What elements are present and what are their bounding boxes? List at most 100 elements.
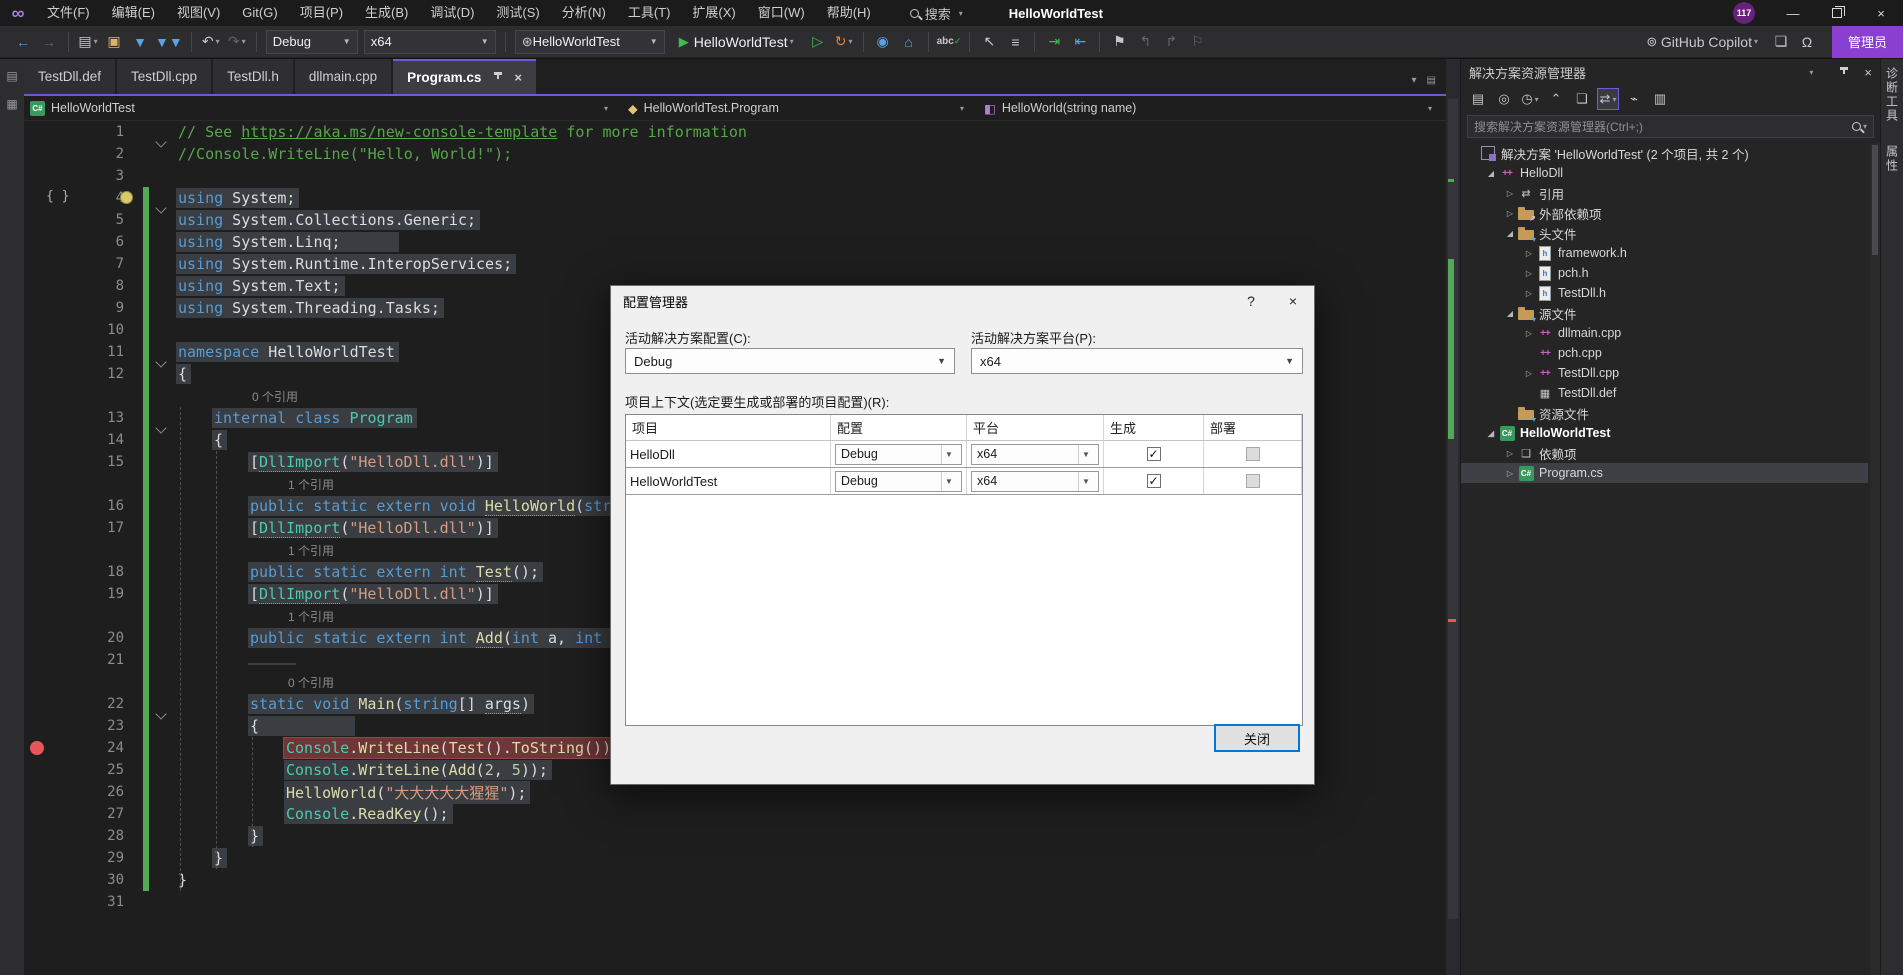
tree-item-资源文件[interactable]: 资源文件	[1461, 403, 1868, 423]
github-copilot-button[interactable]: ⊚ GitHub Copilot ▾	[1637, 30, 1767, 54]
column-header-平台[interactable]: 平台	[967, 415, 1104, 440]
pin-icon[interactable]	[1839, 67, 1850, 78]
toolbox-icon[interactable]: ▦	[6, 97, 17, 111]
breakpoint-margin[interactable]	[24, 165, 50, 187]
tree-item-TestDll.cpp[interactable]: ▷++TestDll.cpp	[1461, 363, 1868, 383]
tree-item-引用[interactable]: ▷⇄引用	[1461, 183, 1868, 203]
menu-item-3[interactable]: Git(G)	[231, 0, 288, 26]
administrator-badge[interactable]: 管理员	[1832, 26, 1903, 58]
breakpoint-margin[interactable]	[24, 737, 50, 759]
breakpoint-margin[interactable]	[24, 495, 50, 517]
hot-reload-icon[interactable]: ↻▾	[832, 30, 856, 54]
menu-item-8[interactable]: 分析(N)	[551, 0, 617, 26]
spell-check-icon[interactable]: abc✓	[936, 30, 963, 54]
tree-item-pch.h[interactable]: ▷hpch.h	[1461, 263, 1868, 283]
deploy-checkbox[interactable]	[1246, 474, 1260, 488]
build-checkbox[interactable]: ✓	[1147, 474, 1161, 488]
breakpoint-margin[interactable]	[24, 297, 50, 319]
expand-arrow-icon[interactable]: ▷	[1522, 369, 1536, 378]
column-header-配置[interactable]: 配置	[831, 415, 967, 440]
breakpoint-margin[interactable]	[24, 253, 50, 275]
save-icon[interactable]: ▼	[128, 30, 152, 54]
breakpoint-margin[interactable]	[24, 561, 50, 583]
breadcrumb-member-dropdown[interactable]: ◧ HelloWorld(string name) ▾	[978, 96, 1446, 120]
indent-increase-icon[interactable]: ⇥	[1042, 30, 1066, 54]
copy-path-icon[interactable]: ❏	[1571, 88, 1593, 110]
bookmark-prev-icon[interactable]: ↰	[1133, 30, 1157, 54]
tree-item-外部依赖项[interactable]: ▷外部依赖项	[1461, 203, 1868, 223]
restore-button[interactable]	[1815, 0, 1859, 26]
active-platform-combobox[interactable]: x64▼	[971, 348, 1303, 374]
breakpoint-margin[interactable]	[24, 275, 50, 297]
panel-scrollbar[interactable]	[1870, 143, 1880, 975]
breakpoint-icon[interactable]	[30, 741, 44, 755]
menu-item-4[interactable]: 项目(P)	[289, 0, 354, 26]
expand-arrow-icon[interactable]: ▷	[1522, 289, 1536, 298]
close-button[interactable]: ×	[1859, 0, 1903, 26]
breakpoint-margin[interactable]	[24, 847, 50, 869]
close-tab-icon[interactable]: ×	[514, 70, 522, 85]
tab-TestDll.def[interactable]: TestDll.def	[24, 59, 115, 94]
preview-code-icon[interactable]: ▥	[1649, 88, 1671, 110]
collapse-arrow-icon[interactable]: ◢	[1484, 429, 1498, 438]
panel-options-icon[interactable]: ▾	[1809, 68, 1813, 77]
breadcrumb-type-dropdown[interactable]: ◆ HelloWorldTest.Program ▾	[622, 96, 978, 120]
code-structure-icon[interactable]: ≡	[1003, 30, 1027, 54]
solution-platform-dropdown[interactable]: x64▼	[364, 30, 496, 54]
screen-share-icon[interactable]: ❏	[1769, 30, 1793, 54]
menu-item-7[interactable]: 测试(S)	[485, 0, 550, 26]
open-folder-icon[interactable]: ▣	[102, 30, 126, 54]
active-config-combobox[interactable]: Debug▼	[625, 348, 955, 374]
close-dialog-button[interactable]: 关闭	[1214, 724, 1300, 752]
menu-item-9[interactable]: 工具(T)	[617, 0, 682, 26]
tree-item-TestDll.h[interactable]: ▷hTestDll.h	[1461, 283, 1868, 303]
breakpoint-margin[interactable]	[24, 649, 50, 671]
breakpoint-margin[interactable]	[24, 583, 50, 605]
pending-changes-icon[interactable]: ◷▾	[1519, 88, 1541, 110]
tree-item-解决方案 'HelloWorldTest' (2 个项目, 共 2 个)[interactable]: 解决方案 'HelloWorldTest' (2 个项目, 共 2 个)	[1461, 143, 1868, 163]
collapse-all-icon[interactable]: ⌃	[1545, 88, 1567, 110]
menu-item-6[interactable]: 调试(D)	[419, 0, 485, 26]
menu-item-1[interactable]: 编辑(E)	[101, 0, 166, 26]
breakpoint-margin[interactable]	[24, 627, 50, 649]
tree-item-dllmain.cpp[interactable]: ▷++dllmain.cpp	[1461, 323, 1868, 343]
organize-usings-icon[interactable]: { }	[46, 189, 69, 204]
search-box[interactable]: 搜索 ▾	[910, 4, 963, 23]
breakpoint-margin[interactable]	[24, 693, 50, 715]
save-all-icon[interactable]: ▼▼	[154, 30, 184, 54]
start-debug-button[interactable]: ▶HelloWorldTest▾	[672, 30, 801, 54]
breakpoint-margin[interactable]	[24, 781, 50, 803]
solution-config-dropdown[interactable]: Debug▼	[266, 30, 358, 54]
pin-icon[interactable]	[493, 72, 504, 83]
breakpoint-margin[interactable]	[24, 319, 50, 341]
tab-dllmain.cpp[interactable]: dllmain.cpp	[295, 59, 391, 94]
config-combobox[interactable]: Debug▼	[835, 471, 962, 492]
column-header-生成[interactable]: 生成	[1104, 415, 1204, 440]
config-combobox[interactable]: Debug▼	[835, 444, 962, 465]
breakpoint-margin[interactable]	[24, 231, 50, 253]
tab-TestDll.h[interactable]: TestDll.h	[213, 59, 293, 94]
tree-item-HelloWorldTest[interactable]: ◢C#HelloWorldTest	[1461, 423, 1868, 443]
editor-scrollbar[interactable]	[1446, 59, 1460, 975]
tab-TestDll.cpp[interactable]: TestDll.cpp	[117, 59, 211, 94]
breakpoint-margin[interactable]	[24, 209, 50, 231]
breakpoint-margin[interactable]	[24, 143, 50, 165]
redo-icon[interactable]: ↷▾	[225, 30, 249, 54]
breakpoint-margin[interactable]	[24, 473, 50, 495]
breakpoint-margin[interactable]	[24, 517, 50, 539]
tree-item-TestDll.def[interactable]: ▦TestDll.def	[1461, 383, 1868, 403]
breakpoint-margin[interactable]	[24, 407, 50, 429]
tree-item-源文件[interactable]: ◢源文件	[1461, 303, 1868, 323]
tree-item-framework.h[interactable]: ▷hframework.h	[1461, 243, 1868, 263]
menu-item-2[interactable]: 视图(V)	[166, 0, 231, 26]
expand-arrow-icon[interactable]: ▷	[1522, 329, 1536, 338]
breakpoint-margin[interactable]	[24, 341, 50, 363]
breakpoint-margin[interactable]	[24, 671, 50, 693]
back-icon[interactable]: ←	[11, 30, 35, 54]
expand-arrow-icon[interactable]: ▷	[1522, 249, 1536, 258]
solution-search-input[interactable]: 搜索解决方案资源管理器(Ctrl+;) ▾	[1467, 115, 1874, 138]
server-explorer-icon[interactable]: ▤	[6, 69, 17, 83]
menu-item-5[interactable]: 生成(B)	[354, 0, 419, 26]
bookmark-next-icon[interactable]: ↱	[1159, 30, 1183, 54]
breakpoint-margin[interactable]	[24, 891, 50, 913]
